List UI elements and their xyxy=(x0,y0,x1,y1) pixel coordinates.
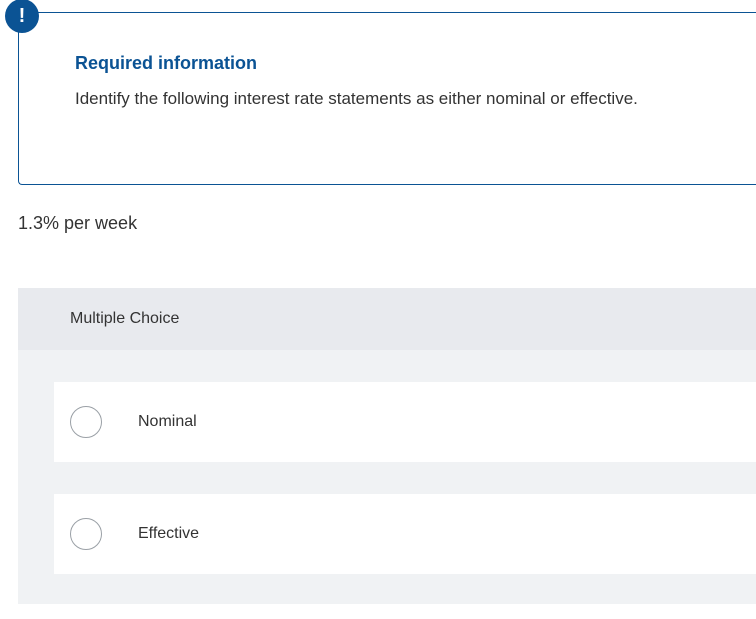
multiple-choice-header: Multiple Choice xyxy=(18,288,756,350)
radio-icon[interactable] xyxy=(70,518,102,550)
required-info-text: Identify the following interest rate sta… xyxy=(75,86,708,112)
multiple-choice-container: Multiple Choice Nominal Effective xyxy=(18,288,756,604)
exclamation-icon: ! xyxy=(5,0,39,33)
question-statement: 1.3% per week xyxy=(18,213,756,234)
badge-text: ! xyxy=(19,5,26,28)
option-nominal[interactable]: Nominal xyxy=(54,382,756,462)
option-effective[interactable]: Effective xyxy=(54,494,756,574)
option-label: Nominal xyxy=(138,413,197,431)
required-info-title: Required information xyxy=(75,53,708,74)
required-info-box: ! Required information Identify the foll… xyxy=(18,12,756,185)
radio-icon[interactable] xyxy=(70,406,102,438)
option-label: Effective xyxy=(138,525,199,543)
